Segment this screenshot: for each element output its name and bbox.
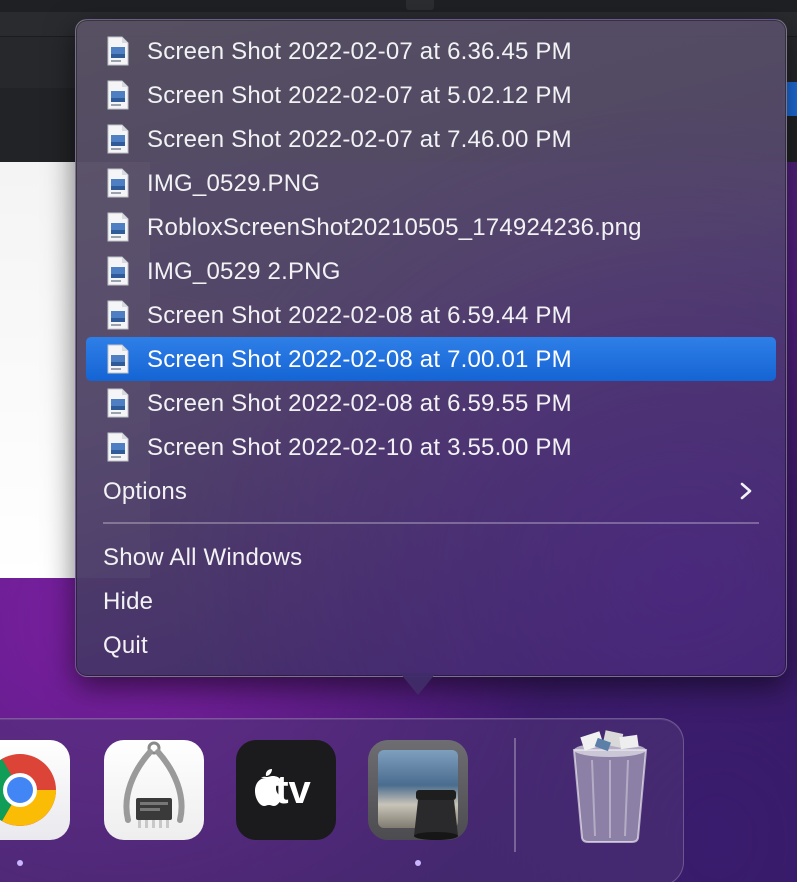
image-file-icon <box>107 432 129 462</box>
recent-file-label: Screen Shot 2022-02-07 at 7.46.00 PM <box>147 126 572 153</box>
chevron-right-icon <box>740 482 752 500</box>
recent-file-item[interactable]: Screen Shot 2022-02-07 at 6.36.45 PM <box>86 29 776 73</box>
recent-file-label: RobloxScreenShot20210505_174924236.png <box>147 214 642 241</box>
dock-divider <box>514 738 516 852</box>
options-label: Options <box>103 478 188 505</box>
menu-separator <box>103 522 759 524</box>
recent-file-item[interactable]: Screen Shot 2022-02-08 at 6.59.44 PM <box>86 293 776 337</box>
recent-file-item[interactable]: Screen Shot 2022-02-10 at 3.55.00 PM <box>86 425 776 469</box>
chrome-icon[interactable] <box>0 740 70 840</box>
recent-file-item[interactable]: Screen Shot 2022-02-07 at 5.02.12 PM <box>86 73 776 117</box>
window-drag-handle[interactable] <box>406 0 434 10</box>
quit-menu-item[interactable]: Quit <box>86 623 776 667</box>
image-file-icon <box>107 124 129 154</box>
preview-icon[interactable] <box>368 740 468 840</box>
apple-tv-icon[interactable]: tv <box>236 740 336 840</box>
image-file-icon <box>107 212 129 242</box>
options-menu-item[interactable]: Options <box>86 469 776 513</box>
trash-icon[interactable] <box>560 730 660 845</box>
recent-file-label: Screen Shot 2022-02-08 at 6.59.55 PM <box>147 390 572 417</box>
hide-menu-item[interactable]: Hide <box>86 579 776 623</box>
recent-file-item[interactable]: Screen Shot 2022-02-08 at 6.59.55 PM <box>86 381 776 425</box>
image-file-icon <box>107 256 129 286</box>
apple-tv-tile-text: tv <box>275 768 311 812</box>
image-file-icon <box>107 36 129 66</box>
recent-file-item[interactable]: RobloxScreenShot20210505_174924236.png <box>86 205 776 249</box>
recent-file-label: Screen Shot 2022-02-10 at 3.55.00 PM <box>147 434 572 461</box>
recent-file-label: IMG_0529 2.PNG <box>147 258 341 285</box>
image-file-icon <box>107 344 129 374</box>
hide-label: Hide <box>103 588 154 615</box>
quit-label: Quit <box>103 632 148 659</box>
show-all-windows-menu-item[interactable]: Show All Windows <box>86 535 776 579</box>
recent-file-label: Screen Shot 2022-02-08 at 7.00.01 PM <box>147 346 572 373</box>
menu-pointer-tail <box>400 673 436 695</box>
recent-file-label: Screen Shot 2022-02-07 at 6.36.45 PM <box>147 38 572 65</box>
recent-file-item[interactable]: IMG_0529.PNG <box>86 161 776 205</box>
recent-file-item-selected[interactable]: Screen Shot 2022-02-08 at 7.00.01 PM <box>86 337 776 381</box>
image-file-icon <box>107 388 129 418</box>
image-file-icon <box>107 300 129 330</box>
recent-file-label: Screen Shot 2022-02-08 at 6.59.44 PM <box>147 302 572 329</box>
show-all-windows-label: Show All Windows <box>103 544 303 571</box>
recent-file-label: Screen Shot 2022-02-07 at 5.02.12 PM <box>147 82 572 109</box>
image-file-icon <box>107 80 129 110</box>
recent-file-item[interactable]: Screen Shot 2022-02-07 at 7.46.00 PM <box>86 117 776 161</box>
preview-running-indicator <box>415 860 421 866</box>
chrome-running-indicator <box>17 860 23 866</box>
recent-file-item[interactable]: IMG_0529 2.PNG <box>86 249 776 293</box>
system-information-icon[interactable] <box>104 740 204 840</box>
dock-context-menu: Screen Shot 2022-02-07 at 6.36.45 PM Scre… <box>75 19 787 677</box>
recent-file-label: IMG_0529.PNG <box>147 170 321 197</box>
app-top-bar <box>0 0 797 12</box>
image-file-icon <box>107 168 129 198</box>
